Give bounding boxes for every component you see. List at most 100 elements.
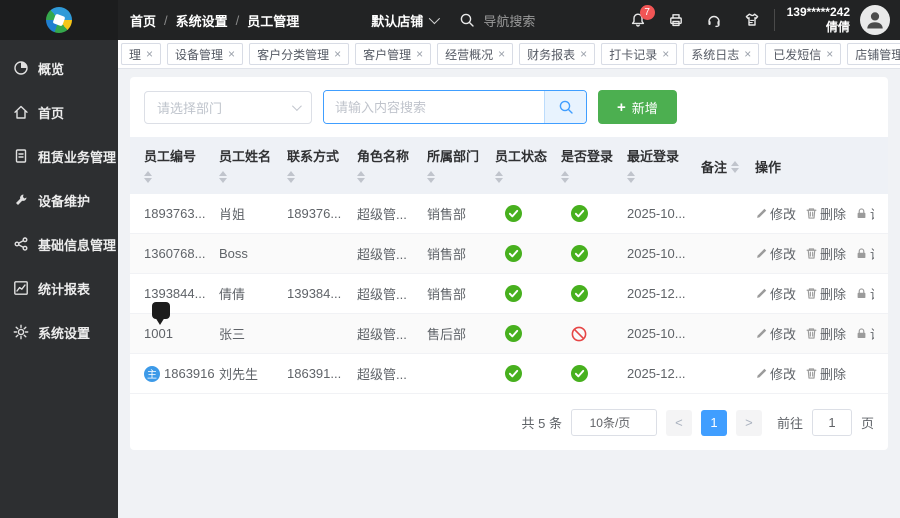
- tab-item[interactable]: 店铺管理×: [847, 43, 900, 65]
- clothes-swap-icon[interactable]: [744, 12, 760, 28]
- breadcrumb-item[interactable]: 员工管理: [247, 11, 299, 30]
- page-size-select[interactable]: 10条/页: [570, 409, 657, 436]
- headset-icon[interactable]: [706, 12, 722, 28]
- page-1-button[interactable]: 1: [700, 409, 727, 436]
- app-logo[interactable]: [0, 0, 118, 40]
- add-employee-button[interactable]: + 新增: [598, 90, 677, 124]
- nav-search-input[interactable]: 导航搜索: [459, 11, 629, 30]
- tab-item[interactable]: 经营概况 ×: [437, 43, 514, 65]
- sort-asc-icon[interactable]: [357, 171, 365, 176]
- set-main-account-button[interactable]: 设为主账户: [855, 204, 874, 223]
- sort-desc-icon[interactable]: [495, 178, 503, 183]
- sort-asc-icon[interactable]: [731, 160, 740, 166]
- sort-asc-icon[interactable]: [427, 171, 435, 176]
- delete-action-button[interactable]: 删除: [805, 204, 846, 223]
- goto-page-input[interactable]: [811, 409, 852, 436]
- employee-id-text: 1360768...: [144, 246, 206, 261]
- tab-item[interactable]: 已发短信 ×: [765, 43, 842, 65]
- prev-page-button[interactable]: <: [665, 409, 692, 436]
- department-select[interactable]: 请选择部门: [144, 90, 312, 124]
- cell-department: 销售部: [427, 207, 467, 222]
- sidebar-item[interactable]: 首页: [0, 90, 118, 134]
- wrench-icon: [13, 192, 29, 208]
- sort-desc-icon[interactable]: [427, 178, 435, 183]
- tab-item[interactable]: 理 ×: [121, 43, 162, 65]
- sort-asc-icon[interactable]: [219, 171, 227, 176]
- sort-asc-icon[interactable]: [144, 171, 152, 176]
- sort-asc-icon[interactable]: [561, 171, 569, 176]
- sidebar-item[interactable]: 设备维护: [0, 178, 118, 222]
- tab-close-icon[interactable]: ×: [498, 48, 505, 60]
- sort-desc-icon[interactable]: [627, 178, 635, 183]
- search-button[interactable]: [544, 91, 586, 123]
- sort-carets[interactable]: [427, 171, 435, 183]
- sort-carets[interactable]: [144, 171, 152, 183]
- tab-close-icon[interactable]: ×: [228, 48, 235, 60]
- delete-action-button[interactable]: 删除: [805, 284, 846, 303]
- sort-carets[interactable]: [627, 171, 635, 183]
- tab-close-icon[interactable]: ×: [826, 48, 833, 60]
- action-label: 删除: [820, 207, 847, 222]
- line-chart-icon: [13, 280, 29, 296]
- sort-desc-icon[interactable]: [731, 167, 740, 173]
- sort-desc-icon[interactable]: [144, 178, 152, 183]
- edit-action-button[interactable]: 修改: [755, 364, 796, 383]
- sort-carets[interactable]: [219, 171, 227, 183]
- sort-asc-icon[interactable]: [287, 171, 295, 176]
- column-header-label: 角色名称: [357, 149, 410, 164]
- sort-desc-icon[interactable]: [219, 178, 227, 183]
- breadcrumb-item[interactable]: 系统设置: [176, 11, 228, 30]
- edit-action-button[interactable]: 修改: [755, 244, 796, 263]
- sort-carets[interactable]: [357, 171, 365, 183]
- sort-desc-icon[interactable]: [357, 178, 365, 183]
- content-search-input[interactable]: [324, 91, 544, 123]
- sidebar-item-label: 设备维护: [38, 193, 91, 209]
- sidebar-item[interactable]: 统计报表: [0, 266, 118, 310]
- sort-asc-icon[interactable]: [495, 171, 503, 176]
- set-main-account-button[interactable]: 设为主账户: [855, 284, 874, 303]
- tab-item[interactable]: 财务报表 ×: [519, 43, 596, 65]
- sort-carets[interactable]: [561, 171, 569, 183]
- sidebar-item[interactable]: 系统设置: [0, 310, 118, 354]
- tab-close-icon[interactable]: ×: [334, 48, 341, 60]
- sidebar-item[interactable]: 概览: [0, 46, 118, 90]
- delete-action-button[interactable]: 删除: [805, 364, 846, 383]
- tab-close-icon[interactable]: ×: [416, 48, 423, 60]
- edit-action-button[interactable]: 修改: [755, 204, 796, 223]
- bell-icon[interactable]: 7: [630, 5, 655, 28]
- tab-close-icon[interactable]: ×: [580, 48, 587, 60]
- sort-desc-icon[interactable]: [561, 178, 569, 183]
- tab-item[interactable]: 打卡记录 ×: [601, 43, 678, 65]
- store-selector[interactable]: 默认店铺: [371, 11, 441, 30]
- sort-asc-icon[interactable]: [627, 171, 635, 176]
- column-header: 最近登录: [627, 146, 701, 187]
- edit-action-button[interactable]: 修改: [755, 324, 796, 343]
- tab-close-icon[interactable]: ×: [662, 48, 669, 60]
- edit-action-button[interactable]: 修改: [755, 284, 796, 303]
- action-label: 修改: [770, 287, 797, 302]
- tab-label: 财务报表: [527, 47, 576, 62]
- sidebar-item[interactable]: 基础信息管理: [0, 222, 118, 266]
- set-main-account-button[interactable]: 设为主账户: [855, 244, 874, 263]
- tab-close-icon[interactable]: ×: [146, 48, 153, 60]
- tab-item[interactable]: 系统日志 ×: [683, 43, 760, 65]
- delete-action-button[interactable]: 删除: [805, 244, 846, 263]
- sort-carets[interactable]: [287, 171, 295, 183]
- tab-item[interactable]: 客户管理 ×: [355, 43, 432, 65]
- delete-action-button[interactable]: 删除: [805, 324, 846, 343]
- main-account-badge: 主: [144, 365, 160, 382]
- sidebar-item[interactable]: 租赁业务管理: [0, 134, 118, 178]
- breadcrumb-separator: /: [235, 12, 240, 28]
- tab-close-icon[interactable]: ×: [744, 48, 751, 60]
- set-main-account-button[interactable]: 设为主账户: [855, 324, 874, 343]
- breadcrumb-item[interactable]: 首页: [130, 11, 156, 30]
- edit-icon: [755, 327, 768, 340]
- sort-carets[interactable]: [495, 171, 503, 183]
- sort-desc-icon[interactable]: [287, 178, 295, 183]
- printer-icon[interactable]: [668, 12, 684, 28]
- tab-item[interactable]: 设备管理 ×: [167, 43, 244, 65]
- next-page-button[interactable]: >: [735, 409, 762, 436]
- user-avatar[interactable]: [860, 5, 890, 35]
- sort-carets[interactable]: [731, 160, 740, 173]
- tab-item[interactable]: 客户分类管理 ×: [249, 43, 350, 65]
